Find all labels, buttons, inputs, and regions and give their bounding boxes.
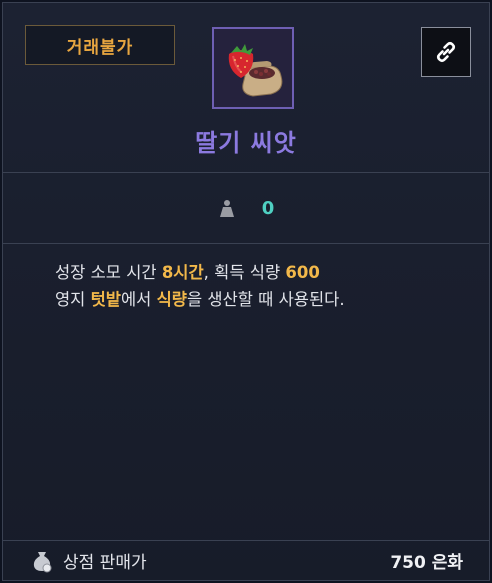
link-button[interactable] bbox=[421, 27, 471, 77]
item-name: 딸기 씨앗 bbox=[195, 129, 297, 157]
link-icon bbox=[436, 41, 456, 63]
item-description: 성장 소모 시간 8시간, 획득 식량 600 영지 텃밭에서 식량을 생산할 … bbox=[55, 259, 475, 313]
item-tooltip: 거래불가 딸기 씨앗 0 성장 소모 시간 8시간, 획득 식량 600 영지 … bbox=[2, 2, 490, 581]
description-line-1: 성장 소모 시간 8시간, 획득 식량 600 bbox=[55, 259, 475, 286]
description-text: , 획득 식량 bbox=[203, 263, 286, 282]
shop-price-label: 상점 판매가 bbox=[63, 553, 147, 573]
shop-price-value: 750 은화 bbox=[390, 553, 463, 573]
shop-price-footer: 상점 판매가 750 은화 bbox=[3, 540, 489, 580]
description-text: 을 생산할 때 사용된다. bbox=[186, 290, 345, 309]
weight-stat-row: 0 bbox=[3, 174, 489, 244]
untradeable-badge-label: 거래불가 bbox=[66, 37, 134, 58]
money-bag-icon bbox=[31, 549, 53, 573]
item-icon-frame bbox=[212, 27, 294, 109]
description-text: 성장 소모 시간 bbox=[55, 263, 162, 282]
description-text: 영지 bbox=[55, 290, 91, 309]
garden-keyword: 텃밭 bbox=[90, 290, 121, 309]
tooltip-header: 거래불가 딸기 씨앗 bbox=[3, 3, 489, 173]
growth-time-value: 8시간 bbox=[161, 263, 204, 282]
food-keyword: 식량 bbox=[156, 290, 187, 309]
food-gain-value: 600 bbox=[285, 263, 320, 282]
description-text: 에서 bbox=[120, 290, 157, 309]
description-line-2: 영지 텃밭에서 식량을 생산할 때 사용된다. bbox=[55, 286, 475, 313]
strawberry-seed-icon bbox=[228, 44, 283, 97]
weight-icon bbox=[218, 199, 236, 219]
untradeable-badge: 거래불가 bbox=[25, 25, 175, 65]
weight-value: 0 bbox=[261, 198, 275, 219]
